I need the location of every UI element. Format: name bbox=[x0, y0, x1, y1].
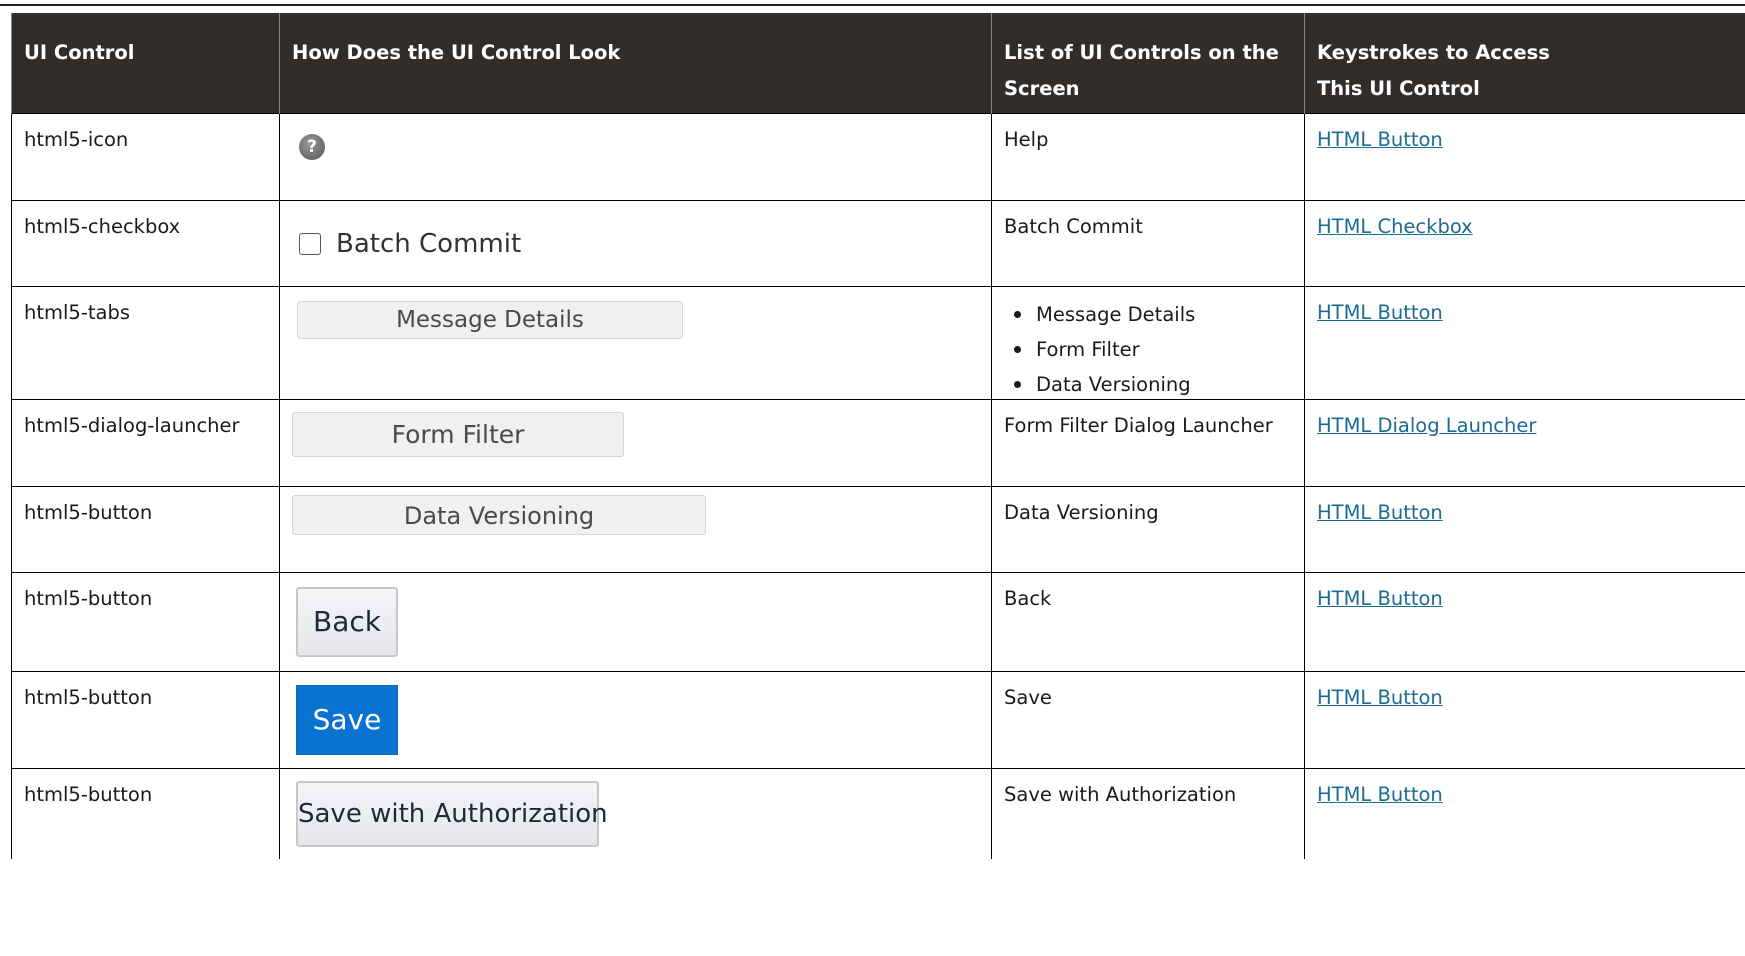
form-filter-button[interactable]: Form Filter bbox=[292, 412, 624, 457]
back-button[interactable]: Back bbox=[296, 587, 398, 657]
cell-control-list: Help bbox=[991, 113, 1305, 201]
cell-keystroke: HTML Dialog Launcher bbox=[1304, 399, 1745, 487]
cell-control-name: html5-button bbox=[11, 572, 280, 672]
batch-commit-checkbox[interactable]: Batch Commit bbox=[299, 229, 521, 259]
checkbox-label: Batch Commit bbox=[336, 229, 522, 259]
tab-list: Message Details Form Filter Data Version… bbox=[1004, 297, 1195, 402]
cell-keystroke: HTML Button bbox=[1304, 486, 1745, 573]
table-header-row: UI Control How Does the UI Control Look … bbox=[11, 13, 1745, 114]
keystroke-link[interactable]: HTML Dialog Launcher bbox=[1317, 414, 1536, 437]
cell-control-look: Save with Authorization bbox=[279, 768, 992, 859]
header-ui-control: UI Control bbox=[11, 13, 280, 114]
keystroke-link[interactable]: HTML Button bbox=[1317, 686, 1443, 709]
cell-control-look: Message Details bbox=[279, 286, 992, 400]
keystroke-link[interactable]: HTML Button bbox=[1317, 501, 1443, 524]
save-button[interactable]: Save bbox=[296, 685, 398, 755]
cell-control-look: Data Versioning bbox=[279, 486, 992, 573]
keystroke-link[interactable]: HTML Button bbox=[1317, 587, 1443, 610]
header-keystrokes: Keystrokes to Access This UI Control bbox=[1304, 13, 1745, 114]
cell-control-list: Save bbox=[991, 671, 1305, 769]
table-row: html5-button Save with Authorization Sav… bbox=[11, 768, 1745, 859]
keystroke-link[interactable]: HTML Button bbox=[1317, 128, 1443, 151]
cell-control-name: html5-button bbox=[11, 768, 280, 859]
cell-control-list: Back bbox=[991, 572, 1305, 672]
top-rule bbox=[0, 4, 1745, 6]
help-icon[interactable]: ? bbox=[299, 134, 325, 160]
keystroke-link[interactable]: HTML Button bbox=[1317, 301, 1443, 324]
cell-keystroke: HTML Button bbox=[1304, 572, 1745, 672]
cell-keystroke: HTML Button bbox=[1304, 671, 1745, 769]
cell-control-list: Save with Authorization bbox=[991, 768, 1305, 859]
cell-control-name: html5-button bbox=[11, 486, 280, 573]
table-row: html5-tabs Message Details Message Detai… bbox=[11, 286, 1745, 402]
cell-control-look: Batch Commit bbox=[279, 200, 992, 287]
cell-keystroke: HTML Button bbox=[1304, 286, 1745, 400]
cell-keystroke: HTML Button bbox=[1304, 113, 1745, 201]
data-versioning-button[interactable]: Data Versioning bbox=[292, 495, 706, 535]
cell-keystroke: HTML Button bbox=[1304, 768, 1745, 859]
list-item: Message Details bbox=[1013, 297, 1195, 332]
cell-control-name: html5-checkbox bbox=[11, 200, 280, 287]
cell-control-list: Batch Commit bbox=[991, 200, 1305, 287]
save-with-authorization-button[interactable]: Save with Authorization bbox=[296, 781, 608, 847]
keystroke-link[interactable]: HTML Button bbox=[1317, 783, 1443, 806]
cell-control-look: Form Filter bbox=[279, 399, 992, 487]
table-row: html5-button Data Versioning Data Versio… bbox=[11, 486, 1745, 573]
table-row: html5-dialog-launcher Form Filter Form F… bbox=[11, 399, 1745, 487]
cell-control-list: Data Versioning bbox=[991, 486, 1305, 573]
cell-control-list: Form Filter Dialog Launcher bbox=[991, 399, 1305, 487]
cell-control-look: ? bbox=[279, 113, 992, 201]
table-row: html5-button Save Save HTML Button bbox=[11, 671, 1745, 769]
ui-controls-table: UI Control How Does the UI Control Look … bbox=[11, 13, 1745, 859]
keystroke-link[interactable]: HTML Checkbox bbox=[1317, 215, 1473, 238]
message-details-tab[interactable]: Message Details bbox=[297, 301, 683, 339]
cell-control-look: Back bbox=[279, 572, 992, 672]
cell-control-look: Save bbox=[279, 671, 992, 769]
table-row: html5-icon ? Help HTML Button bbox=[11, 113, 1745, 201]
table-row: html5-checkbox Batch Commit Batch Commit… bbox=[11, 200, 1745, 287]
cell-control-name: html5-button bbox=[11, 671, 280, 769]
list-item: Form Filter bbox=[1013, 332, 1195, 367]
cell-control-list: Message Details Form Filter Data Version… bbox=[991, 286, 1305, 402]
cell-control-name: html5-icon bbox=[11, 113, 280, 201]
list-item: Data Versioning bbox=[1013, 367, 1195, 402]
cell-control-name: html5-dialog-launcher bbox=[11, 399, 280, 487]
cell-control-name: html5-tabs bbox=[11, 286, 280, 400]
checkbox-box-icon[interactable] bbox=[299, 233, 321, 255]
cell-keystroke: HTML Checkbox bbox=[1304, 200, 1745, 287]
header-how-look: How Does the UI Control Look bbox=[279, 13, 992, 114]
header-list-controls: List of UI Controls on the Screen bbox=[991, 13, 1305, 114]
table-row: html5-button Back Back HTML Button bbox=[11, 572, 1745, 672]
